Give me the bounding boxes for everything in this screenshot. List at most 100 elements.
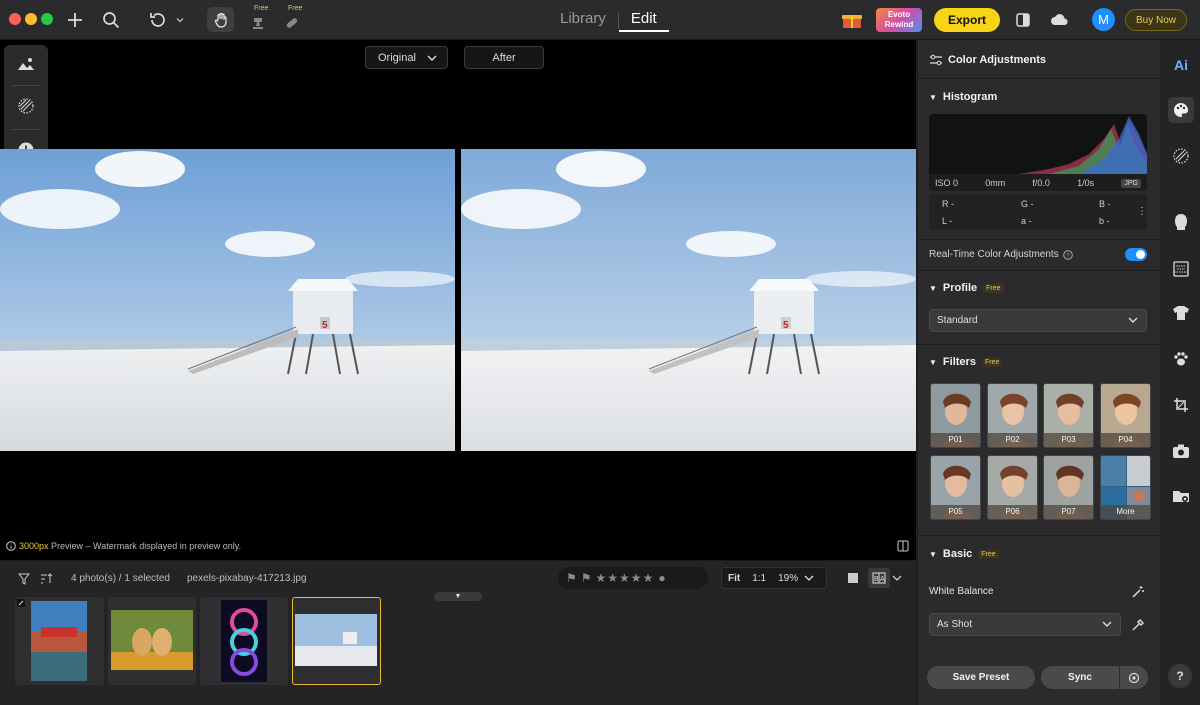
white-balance-select[interactable]: As Shot (929, 613, 1121, 636)
sliders-icon (928, 52, 944, 68)
view-mode-select[interactable]: Original (365, 46, 448, 69)
before-after-view-icon[interactable]: BA (868, 568, 890, 588)
landscape-adjust-icon[interactable] (16, 54, 36, 74)
help-button[interactable]: ? (1168, 664, 1192, 688)
filter-label: P03 (1044, 433, 1093, 447)
preview-note-text: Preview – Watermark displayed in preview… (48, 541, 242, 551)
undo-icon[interactable] (146, 8, 170, 32)
free-tag: Free (983, 283, 1004, 293)
single-view-icon[interactable] (846, 571, 860, 585)
help-circle-icon[interactable]: ? (1062, 249, 1073, 260)
buy-now-button[interactable]: Buy Now (1125, 9, 1187, 31)
camera-icon[interactable] (1170, 440, 1192, 462)
flag-reject-icon[interactable]: ⚑ (581, 571, 592, 585)
tab-library[interactable]: Library (548, 10, 618, 32)
realtime-color-toggle[interactable] (1125, 248, 1147, 261)
thumbnail-item-selected[interactable] (292, 597, 381, 685)
filter-preset-p05[interactable]: P05 (930, 455, 981, 520)
mode-tabs: Library Edit (548, 10, 669, 32)
zoom-fit-button[interactable]: Fit (722, 573, 746, 584)
evoto-rewind-badge[interactable]: Evoto Rewind (876, 8, 922, 32)
filter-label: More (1101, 505, 1150, 519)
add-icon[interactable] (64, 8, 86, 32)
ai-tool-icon[interactable]: Ai (1170, 54, 1192, 76)
profile-select[interactable]: Standard (929, 309, 1147, 332)
split-view-icon[interactable] (895, 538, 911, 554)
eyedropper-icon[interactable] (1130, 617, 1146, 633)
close-window-button[interactable] (9, 13, 21, 25)
filter-icon[interactable] (16, 571, 32, 587)
format-badge: JPG (1121, 178, 1141, 188)
color-label-icon[interactable]: ● (658, 571, 665, 585)
white-balance-value: As Shot (937, 619, 973, 630)
undo-history-chevron-icon[interactable] (173, 8, 187, 32)
basic-title: Basic (942, 548, 973, 560)
filters-section-header[interactable]: ▼ Filters Free (929, 356, 1003, 368)
auto-magic-wand-icon[interactable] (1130, 584, 1146, 600)
export-button[interactable]: Export (934, 8, 1000, 32)
rating-bar: ⚑ ⚑ ★★★★★ ● (558, 567, 708, 589)
flag-pick-icon[interactable]: ⚑ (566, 571, 577, 585)
thumbnail-item[interactable] (108, 597, 196, 685)
chevron-down-icon[interactable] (891, 572, 903, 584)
bandage-tool-icon[interactable] (282, 11, 302, 35)
filter-more-button[interactable]: More (1100, 455, 1151, 520)
filter-preset-p07[interactable]: P07 (1043, 455, 1094, 520)
color-readout: R - G - B - L - a - b - ⋮ (929, 194, 1147, 230)
cloud-icon[interactable] (1048, 8, 1072, 32)
edited-photo[interactable]: 5 (461, 149, 916, 451)
profile-title: Profile (942, 282, 978, 294)
save-preset-button[interactable]: Save Preset (927, 666, 1035, 689)
thumbnail-item[interactable] (15, 597, 104, 685)
focal-length-value: 0mm (985, 178, 1006, 188)
zoom-level-value[interactable]: 19% (772, 573, 804, 584)
crop-tool-icon[interactable] (1170, 394, 1192, 416)
preview-note: 3000px Preview – Watermark displayed in … (6, 541, 241, 551)
filter-preset-p04[interactable]: P04 (1100, 383, 1151, 448)
sync-settings-icon[interactable] (1120, 666, 1148, 689)
filters-title: Filters (942, 356, 976, 368)
minimize-window-button[interactable] (25, 13, 37, 25)
sort-icon[interactable] (38, 571, 54, 587)
filter-preset-p03[interactable]: P03 (1043, 383, 1094, 448)
gift-icon[interactable] (840, 8, 864, 32)
face-retouch-icon[interactable] (1170, 211, 1192, 233)
texture-tool-icon[interactable] (1170, 145, 1192, 167)
chevron-down-icon[interactable] (804, 574, 814, 582)
tab-edit[interactable]: Edit (618, 10, 669, 32)
star-rating[interactable]: ★★★★★ (596, 571, 655, 585)
texture-tool-icon[interactable] (16, 96, 36, 116)
more-options-icon[interactable]: ⋮ (1137, 206, 1147, 217)
background-tool-icon[interactable] (1170, 258, 1192, 280)
rewind-line2: Rewind (884, 20, 914, 29)
original-photo[interactable]: 5 (0, 149, 455, 451)
stamp-tool-icon[interactable] (248, 11, 268, 35)
search-icon[interactable] (100, 8, 122, 32)
view-mode-value: Original (378, 51, 416, 64)
expand-filmstrip-toggle[interactable]: ▼ (434, 592, 482, 601)
filter-preset-p02[interactable]: P02 (987, 383, 1038, 448)
avatar[interactable]: M (1092, 8, 1115, 31)
tool-divider (12, 129, 40, 130)
zoom-1to1-button[interactable]: 1:1 (746, 573, 772, 584)
pet-paw-icon[interactable] (1170, 348, 1192, 370)
profile-section-header[interactable]: ▼ Profile Free (929, 282, 1004, 294)
preview-size: 3000px (19, 541, 49, 551)
filter-preset-p01[interactable]: P01 (930, 383, 981, 448)
current-filename: pexels-pixabay-417213.jpg (187, 573, 307, 584)
sync-button[interactable]: Sync (1041, 666, 1119, 689)
histogram-section-header[interactable]: ▼ Histogram (929, 91, 997, 103)
folder-preview-icon[interactable] (1170, 485, 1192, 507)
profile-value: Standard (937, 315, 978, 326)
maximize-window-button[interactable] (41, 13, 53, 25)
thumbnail-item[interactable] (200, 597, 288, 685)
basic-section-header[interactable]: ▼ Basic Free (929, 548, 999, 560)
color-palette-icon[interactable] (1168, 97, 1194, 123)
clothing-tool-icon[interactable] (1170, 302, 1192, 324)
compare-panel-icon[interactable] (1012, 8, 1034, 32)
filter-preset-p06[interactable]: P06 (987, 455, 1038, 520)
collapse-triangle-icon: ▼ (929, 283, 937, 293)
free-tag: Free (978, 549, 999, 559)
after-view-label[interactable]: After (464, 46, 544, 69)
hand-tool-icon[interactable] (207, 7, 234, 32)
